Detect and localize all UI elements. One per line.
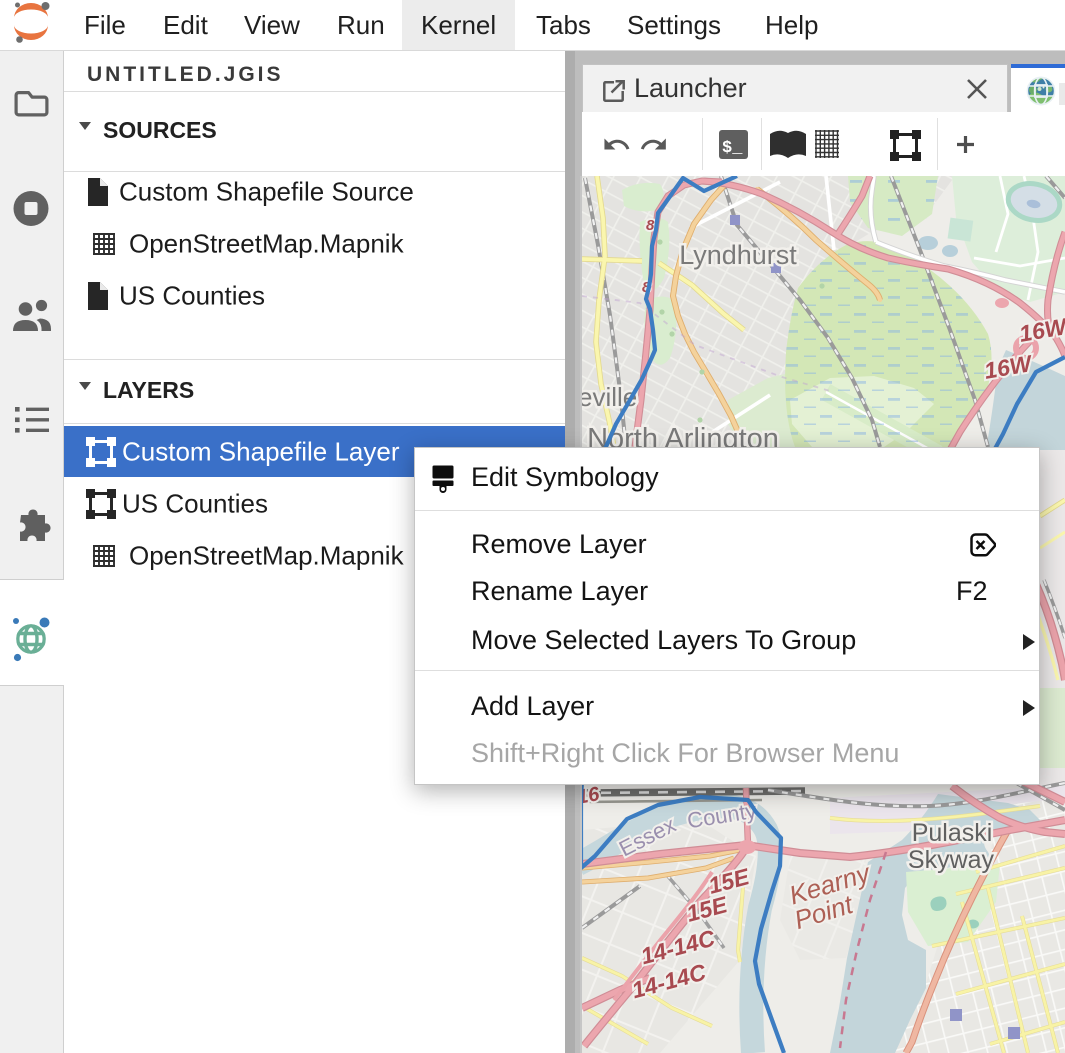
svg-text:Skyway: Skyway (908, 846, 995, 874)
svg-text:Pulaski: Pulaski (912, 819, 993, 847)
svg-text:$_: $_ (722, 139, 743, 158)
svg-text:eville: eville (582, 382, 637, 412)
svg-text:Lyndhurst: Lyndhurst (679, 240, 797, 270)
